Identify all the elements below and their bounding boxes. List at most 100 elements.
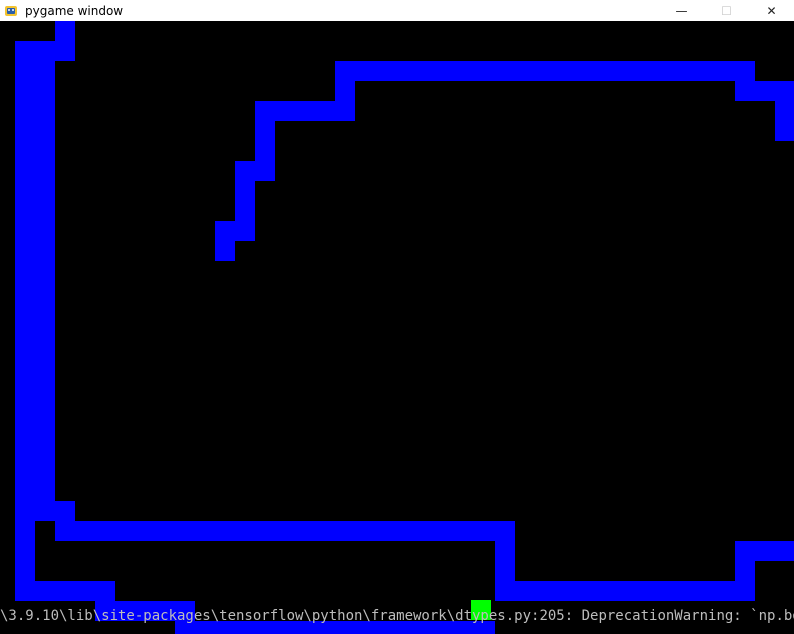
snake-segment [335, 61, 355, 81]
snake-segment [755, 81, 775, 101]
snake-segment [655, 581, 675, 601]
snake-segment [75, 521, 95, 541]
snake-segment [675, 61, 695, 81]
snake-segment [35, 481, 55, 501]
snake-segment [35, 201, 55, 221]
snake-segment [575, 61, 595, 81]
snake-segment [355, 61, 375, 81]
snake-segment [355, 621, 375, 634]
snake-segment [15, 61, 35, 81]
close-button[interactable]: ✕ [749, 0, 794, 21]
snake-segment [35, 301, 55, 321]
snake-segment [95, 521, 115, 541]
snake-segment [735, 561, 755, 581]
snake-segment [415, 621, 435, 634]
window-title: pygame window [25, 3, 124, 18]
snake-segment [735, 61, 755, 81]
snake-segment [715, 61, 735, 81]
snake-segment [235, 621, 255, 634]
snake-segment [55, 581, 75, 601]
snake-segment [235, 181, 255, 201]
snake-segment [335, 101, 355, 121]
maximize-icon: ☐ [721, 3, 732, 18]
snake-segment [15, 81, 35, 101]
snake-segment [15, 481, 35, 501]
snake-segment [15, 221, 35, 241]
snake-segment [195, 621, 215, 634]
snake-segment [635, 61, 655, 81]
snake-segment [255, 621, 275, 634]
minimize-button[interactable]: — [659, 0, 704, 21]
snake-segment [35, 101, 55, 121]
snake-segment [155, 521, 175, 541]
snake-segment [235, 161, 255, 181]
snake-segment [475, 61, 495, 81]
snake-segment [655, 61, 675, 81]
snake-segment [35, 221, 55, 241]
snake-segment [235, 201, 255, 221]
snake-segment [35, 461, 55, 481]
snake-segment [735, 541, 755, 561]
snake-segment [415, 521, 435, 541]
snake-segment [55, 41, 75, 61]
snake-segment [15, 241, 35, 261]
snake-segment [415, 61, 435, 81]
snake-segment [395, 61, 415, 81]
snake-segment [335, 81, 355, 101]
snake-segment [595, 581, 615, 601]
snake-segment [315, 521, 335, 541]
close-icon: ✕ [766, 3, 777, 18]
snake-segment [215, 241, 235, 261]
snake-segment [375, 61, 395, 81]
snake-segment [295, 521, 315, 541]
snake-segment [395, 521, 415, 541]
title-bar[interactable]: pygame window — ☐ ✕ [0, 0, 794, 21]
snake-segment [375, 521, 395, 541]
snake-segment [35, 581, 55, 601]
snake-segment [35, 501, 55, 521]
snake-segment [175, 621, 195, 634]
snake-segment [535, 581, 555, 601]
snake-segment [615, 61, 635, 81]
snake-segment [675, 581, 695, 601]
snake-segment [35, 61, 55, 81]
game-board[interactable] [0, 21, 794, 634]
snake-segment [15, 261, 35, 281]
snake-segment [275, 621, 295, 634]
snake-segment [15, 581, 35, 601]
snake-segment [475, 621, 495, 634]
snake-segment [755, 541, 775, 561]
window-controls: — ☐ ✕ [659, 0, 794, 21]
snake-segment [15, 121, 35, 141]
snake-segment [215, 621, 235, 634]
pygame-snake-icon [5, 5, 17, 16]
snake-segment [35, 261, 55, 281]
snake-segment [35, 241, 55, 261]
snake-segment [395, 621, 415, 634]
snake-segment [255, 121, 275, 141]
snake-segment [175, 601, 195, 621]
snake-segment [515, 61, 535, 81]
snake-segment [15, 101, 35, 121]
maximize-button[interactable]: ☐ [704, 0, 749, 21]
snake-segment [335, 521, 355, 541]
snake-segment [315, 101, 335, 121]
snake-segment [35, 381, 55, 401]
snake-segment [35, 401, 55, 421]
snake-segment [275, 101, 295, 121]
snake-segment [135, 601, 155, 621]
snake-segment [215, 221, 235, 241]
snake-segment [15, 321, 35, 341]
snake-segment [35, 181, 55, 201]
snake-segment [195, 521, 215, 541]
snake-segment [75, 581, 95, 601]
snake-segment [175, 521, 195, 541]
snake-segment [495, 541, 515, 561]
snake-segment [35, 281, 55, 301]
snake-segment [55, 501, 75, 521]
snake-segment [775, 541, 794, 561]
snake-segment [55, 521, 75, 541]
snake-segment [375, 621, 395, 634]
snake-segment [695, 61, 715, 81]
snake-segment [495, 61, 515, 81]
